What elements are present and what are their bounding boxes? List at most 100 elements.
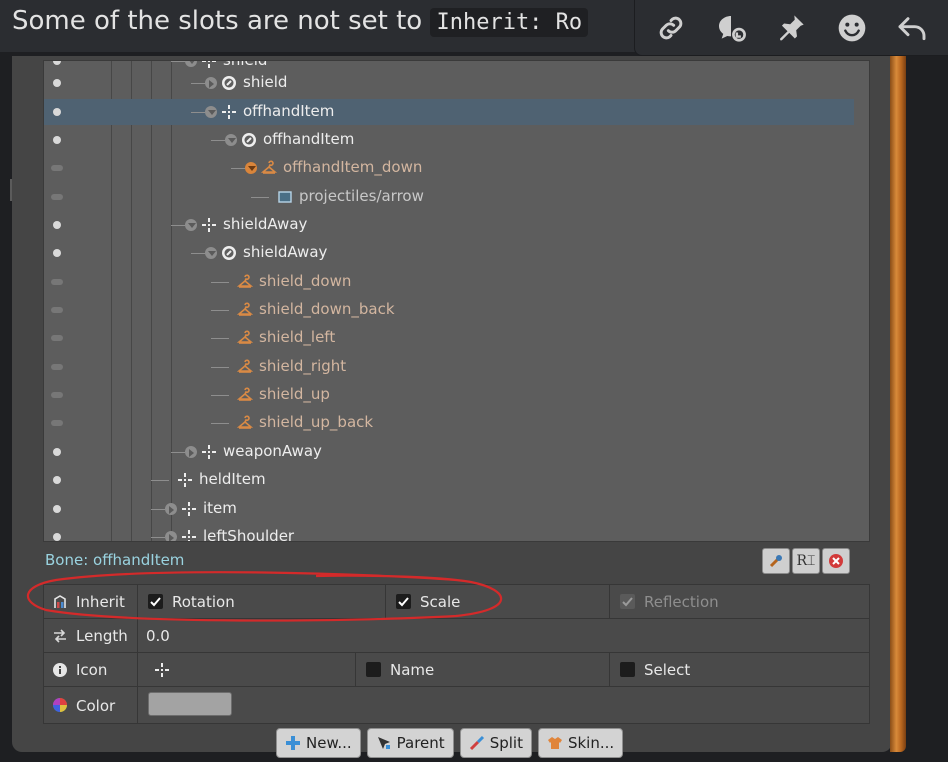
visibility-toggle[interactable]: [53, 108, 61, 116]
message-code: Inherit: Ro: [430, 8, 589, 37]
tree-row[interactable]: offhandItem_down: [44, 154, 869, 182]
select-checkbox[interactable]: [620, 662, 635, 677]
tree-row[interactable]: shield: [44, 69, 869, 97]
scale-checkbox[interactable]: [396, 594, 411, 609]
inherit-row: Inherit Rotation Scale Reflection: [44, 585, 869, 619]
plus-icon: [286, 736, 300, 750]
expand-toggle[interactable]: [165, 531, 177, 541]
expand-toggle[interactable]: [205, 247, 217, 259]
visibility-toggle[interactable]: [51, 364, 63, 370]
tree-connector: [191, 112, 205, 113]
length-field[interactable]: 0.0: [138, 619, 869, 652]
tree-row[interactable]: heldItem: [44, 466, 869, 494]
tree-row[interactable]: item: [44, 495, 869, 523]
visibility-toggle[interactable]: [53, 448, 61, 456]
visibility-toggle[interactable]: [53, 79, 61, 87]
expand-toggle[interactable]: [245, 162, 257, 174]
bone-tool-icon: [769, 555, 782, 568]
reply-button[interactable]: [892, 8, 932, 48]
parent-button[interactable]: Parent: [366, 728, 454, 758]
tree-row[interactable]: shield_down_back: [44, 296, 869, 324]
tree-row[interactable]: leftShoulder: [44, 523, 869, 541]
expand-toggle[interactable]: [165, 503, 177, 515]
visibility-toggle[interactable]: [53, 61, 61, 65]
visibility-toggle[interactable]: [51, 307, 63, 313]
skin-button[interactable]: Skin...: [537, 728, 624, 758]
hierarchy-tree[interactable]: shield shield offhandItem offhandItem offhan…: [43, 60, 870, 542]
rotation-checkbox[interactable]: [148, 594, 163, 609]
select-label: Select: [644, 661, 691, 679]
tree-connector: [171, 225, 185, 226]
length-value[interactable]: 0.0: [146, 627, 170, 645]
visibility-toggle[interactable]: [53, 505, 61, 513]
tree-connector: [151, 509, 165, 510]
rename-button[interactable]: R⌶: [792, 548, 820, 574]
tree-row[interactable]: shield_up: [44, 381, 869, 409]
tree-row[interactable]: offhandItem: [44, 126, 869, 154]
tree-row-label: shield_up_back: [259, 413, 374, 431]
shirt-icon: [547, 737, 562, 749]
tree-row-label: shield_left: [259, 328, 336, 346]
icon-picker[interactable]: [138, 653, 356, 686]
skin-label: Skin...: [567, 734, 615, 752]
create-thread-button[interactable]: [711, 8, 751, 48]
length-label: Length: [76, 627, 128, 645]
expand-toggle[interactable]: [225, 134, 237, 146]
split-button[interactable]: Split: [459, 728, 532, 758]
tree-row[interactable]: shield_right: [44, 353, 869, 381]
tree-connector: [251, 197, 269, 198]
pin-button[interactable]: [771, 8, 811, 48]
message-prefix: Some of the slots are not set to: [12, 6, 431, 36]
visibility-toggle[interactable]: [53, 136, 61, 144]
tree-row[interactable]: projectiles/arrow: [44, 183, 869, 211]
window-edge-decoration: [890, 56, 906, 752]
reflection-checkbox: [620, 594, 635, 609]
expand-toggle[interactable]: [205, 77, 217, 89]
new-button[interactable]: New...: [276, 728, 361, 758]
name-label: Name: [390, 661, 435, 679]
expand-toggle[interactable]: [185, 219, 197, 231]
visibility-toggle[interactable]: [53, 249, 61, 257]
visibility-toggle[interactable]: [53, 221, 61, 229]
expand-toggle[interactable]: [185, 61, 197, 67]
skin-placeholder-icon: [236, 274, 254, 290]
thread-icon: [719, 15, 747, 42]
visibility-toggle[interactable]: [51, 420, 63, 426]
tree-row-label: heldItem: [199, 470, 266, 488]
tree-connector: [211, 395, 229, 396]
tree-row[interactable]: shieldAway: [44, 239, 869, 267]
visibility-toggle[interactable]: [53, 476, 61, 484]
name-checkbox[interactable]: [366, 662, 381, 677]
skin-placeholder-icon: [236, 387, 254, 403]
name-cell[interactable]: Name: [356, 653, 610, 686]
visibility-toggle[interactable]: [51, 279, 63, 285]
slot-icon: [221, 75, 237, 91]
tree-connector: [191, 83, 205, 84]
bone-properties: Inherit Rotation Scale Reflection Length…: [43, 584, 870, 724]
visibility-toggle[interactable]: [53, 533, 61, 541]
delete-button[interactable]: [822, 548, 850, 574]
bone-icon: [201, 61, 217, 69]
tree-row[interactable]: offhandItem: [44, 98, 869, 126]
expand-toggle[interactable]: [205, 106, 217, 118]
rotation-cell[interactable]: Rotation: [138, 585, 386, 618]
visibility-toggle[interactable]: [51, 194, 63, 200]
add-reaction-button[interactable]: [832, 8, 872, 48]
inherit-icon: [54, 595, 66, 608]
tree-connector: [211, 367, 229, 368]
link-button[interactable]: [651, 8, 691, 48]
set-parent-button[interactable]: [762, 548, 790, 574]
tree-row[interactable]: shield_down: [44, 268, 869, 296]
visibility-toggle[interactable]: [51, 392, 63, 398]
tree-row[interactable]: shield_up_back: [44, 409, 869, 437]
color-swatch[interactable]: [148, 692, 232, 716]
tree-row[interactable]: weaponAway: [44, 438, 869, 466]
expand-toggle[interactable]: [185, 446, 197, 458]
tree-row[interactable]: shield_left: [44, 324, 869, 352]
tree-row[interactable]: shieldAway: [44, 211, 869, 239]
tree-connector: [171, 452, 185, 453]
visibility-toggle[interactable]: [51, 165, 63, 171]
visibility-toggle[interactable]: [51, 335, 63, 341]
select-cell[interactable]: Select: [610, 653, 869, 686]
scale-cell[interactable]: Scale: [386, 585, 610, 618]
